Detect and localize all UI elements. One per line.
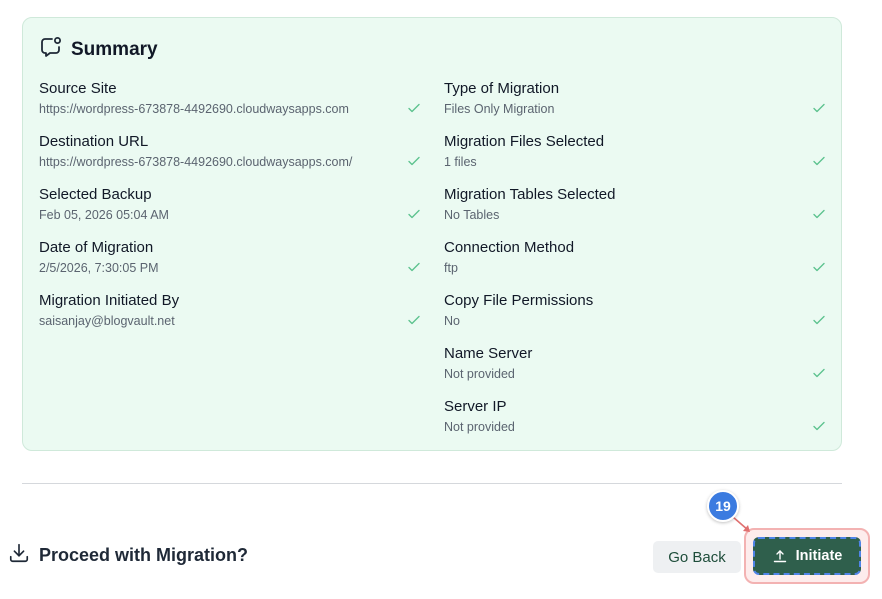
message-alert-icon [39, 35, 63, 64]
field-label: Date of Migration [39, 239, 154, 256]
check-icon [408, 103, 420, 113]
field-value: 2/5/2026, 7:30:05 PM [39, 261, 159, 275]
summary-field-name-server: Name Server Not provided [444, 345, 826, 398]
summary-field-server-ip: Server IP Not provided [444, 398, 826, 451]
field-value: Not provided [444, 420, 515, 434]
go-back-button[interactable]: Go Back [653, 541, 741, 573]
field-label: Selected Backup [39, 186, 152, 203]
field-label: Destination URL [39, 133, 149, 150]
summary-title: Summary [71, 38, 158, 60]
summary-field-files-selected: Migration Files Selected 1 files [444, 133, 826, 186]
upload-icon [773, 550, 786, 563]
field-label: Connection Method [444, 239, 575, 256]
proceed-section: Proceed with Migration? [8, 542, 248, 569]
summary-left-column: Source Site https://wordpress-673878-449… [39, 80, 421, 345]
summary-field-connection-method: Connection Method ftp [444, 239, 826, 292]
divider [22, 483, 842, 484]
summary-field-source-site: Source Site https://wordpress-673878-449… [39, 80, 421, 133]
initiate-label: Initiate [795, 548, 843, 564]
field-label: Name Server [444, 345, 533, 362]
field-value: https://wordpress-673878-4492690.cloudwa… [39, 102, 349, 116]
summary-field-tables-selected: Migration Tables Selected No Tables [444, 186, 826, 239]
field-label: Server IP [444, 398, 507, 415]
field-label: Migration Tables Selected [444, 186, 616, 203]
field-value: saisanjay@blogvault.net [39, 314, 175, 328]
check-icon [813, 103, 825, 113]
check-icon [408, 209, 420, 219]
summary-field-type-of-migration: Type of Migration Files Only Migration [444, 80, 826, 133]
field-label: Source Site [39, 80, 117, 97]
field-label: Migration Initiated By [39, 292, 180, 309]
summary-right-column: Type of Migration Files Only Migration M… [444, 80, 826, 451]
summary-field-copy-file-permissions: Copy File Permissions No [444, 292, 826, 345]
field-value: Feb 05, 2026 05:04 AM [39, 208, 169, 222]
summary-field-selected-backup: Selected Backup Feb 05, 2026 05:04 AM [39, 186, 421, 239]
check-icon [813, 421, 825, 431]
field-value: No Tables [444, 208, 500, 222]
proceed-title: Proceed with Migration? [39, 545, 249, 565]
field-value: ftp [444, 261, 458, 275]
summary-field-initiated-by: Migration Initiated By saisanjay@blogvau… [39, 292, 421, 345]
field-value: Files Only Migration [444, 102, 555, 116]
check-icon [408, 156, 420, 166]
check-icon [813, 315, 825, 325]
summary-card: Summary Source Site https://wordpress-67… [22, 17, 842, 451]
field-label: Copy File Permissions [444, 292, 594, 309]
field-value: No [444, 314, 460, 328]
summary-header: Summary [39, 35, 158, 64]
check-icon [813, 209, 825, 219]
check-icon [813, 262, 825, 272]
check-icon [813, 156, 825, 166]
step-badge: 19 [707, 490, 739, 522]
check-icon [813, 368, 825, 378]
field-label: Migration Files Selected [444, 133, 605, 150]
field-value: 1 files [444, 155, 477, 169]
initiate-button[interactable]: Initiate [753, 537, 861, 575]
field-label: Type of Migration [444, 80, 560, 97]
summary-field-destination-url: Destination URL https://wordpress-673878… [39, 133, 421, 186]
download-icon [8, 542, 30, 569]
check-icon [408, 262, 420, 272]
check-icon [408, 315, 420, 325]
summary-field-date-of-migration: Date of Migration 2/5/2026, 7:30:05 PM [39, 239, 421, 292]
field-value: Not provided [444, 367, 515, 381]
field-value: https://wordpress-673878-4492690.cloudwa… [39, 155, 353, 169]
